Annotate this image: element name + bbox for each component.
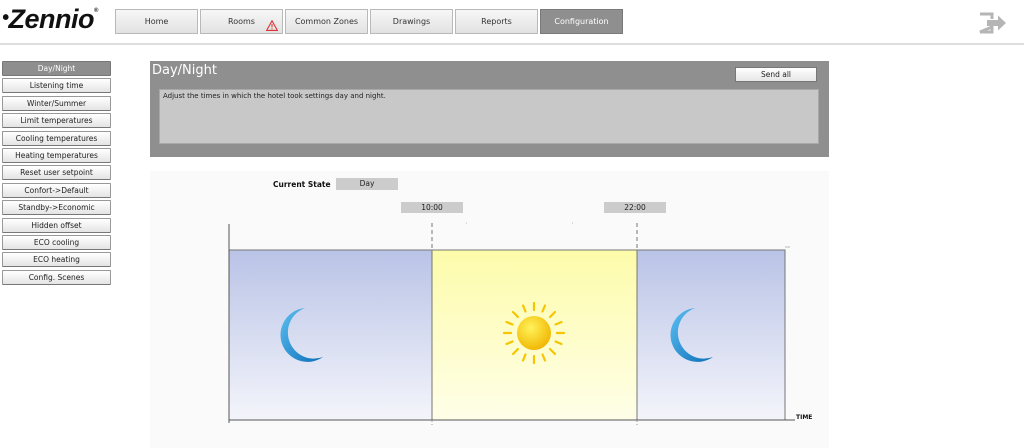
header-divider [0, 43, 1024, 45]
page-title: Day/Night [152, 63, 217, 78]
day-night-panel: Day/Night Send all Adjust the times in w… [150, 61, 829, 157]
night-start-time[interactable]: 22:00 [604, 202, 666, 213]
sidebar-item-cooling-temperatures[interactable]: Cooling temperatures [2, 130, 111, 146]
sidebar-item-config-scenes[interactable]: Config. Scenes [2, 269, 111, 285]
description-box: Adjust the times in which the hotel took… [159, 89, 819, 144]
sidebar-item-hidden-offset[interactable]: Hidden offset [2, 217, 111, 233]
sidebar-item-winter-summer[interactable]: Winter/Summer [2, 95, 111, 111]
sidebar-item-day-night[interactable]: Day/Night [2, 61, 111, 76]
tab-home[interactable]: Home [115, 9, 198, 34]
day-night-schedule: Current State Day 10:00 22:00 TIME [150, 171, 829, 448]
sidebar-item-eco-cooling[interactable]: ECO cooling [2, 234, 111, 250]
sidebar-menu: Day/Night Listening time Winter/Summer L… [2, 61, 111, 287]
warning-triangle-icon [266, 20, 278, 31]
sidebar-item-confort-default[interactable]: Confort->Default [2, 182, 111, 198]
current-state-label: Current State [273, 180, 331, 189]
sidebar-item-eco-heating[interactable]: ECO heating [2, 252, 111, 268]
time-axis-label: TIME [796, 414, 813, 421]
schedule-diagram [228, 222, 795, 425]
sidebar-item-heating-temperatures[interactable]: Heating temperatures [2, 147, 111, 163]
tab-reports[interactable]: Reports [455, 9, 538, 34]
tab-rooms[interactable]: Rooms [200, 9, 283, 34]
sidebar-item-reset-user-setpoint[interactable]: Reset user setpoint [2, 165, 111, 181]
night-period-evening [636, 249, 786, 421]
logo-registered-mark: ® [94, 8, 98, 14]
current-state-value: Day [336, 178, 398, 190]
send-all-button[interactable]: Send all [735, 67, 817, 82]
zennio-logo: •Zennio® [2, 4, 98, 35]
tab-configuration[interactable]: Configuration [540, 9, 623, 34]
sidebar-item-standby-economic[interactable]: Standby->Economic [2, 200, 111, 216]
logout-icon[interactable] [978, 12, 1008, 34]
sidebar-item-listening-time[interactable]: Listening time [2, 78, 111, 94]
tab-drawings[interactable]: Drawings [370, 9, 453, 34]
sidebar-item-limit-temperatures[interactable]: Limit temperatures [2, 113, 111, 129]
day-start-time[interactable]: 10:00 [401, 202, 463, 213]
tab-common-zones[interactable]: Common Zones [285, 9, 368, 34]
tab-rooms-label: Rooms [228, 17, 255, 26]
logo-text: Zennio [8, 4, 95, 34]
night-period-morning [228, 249, 433, 421]
